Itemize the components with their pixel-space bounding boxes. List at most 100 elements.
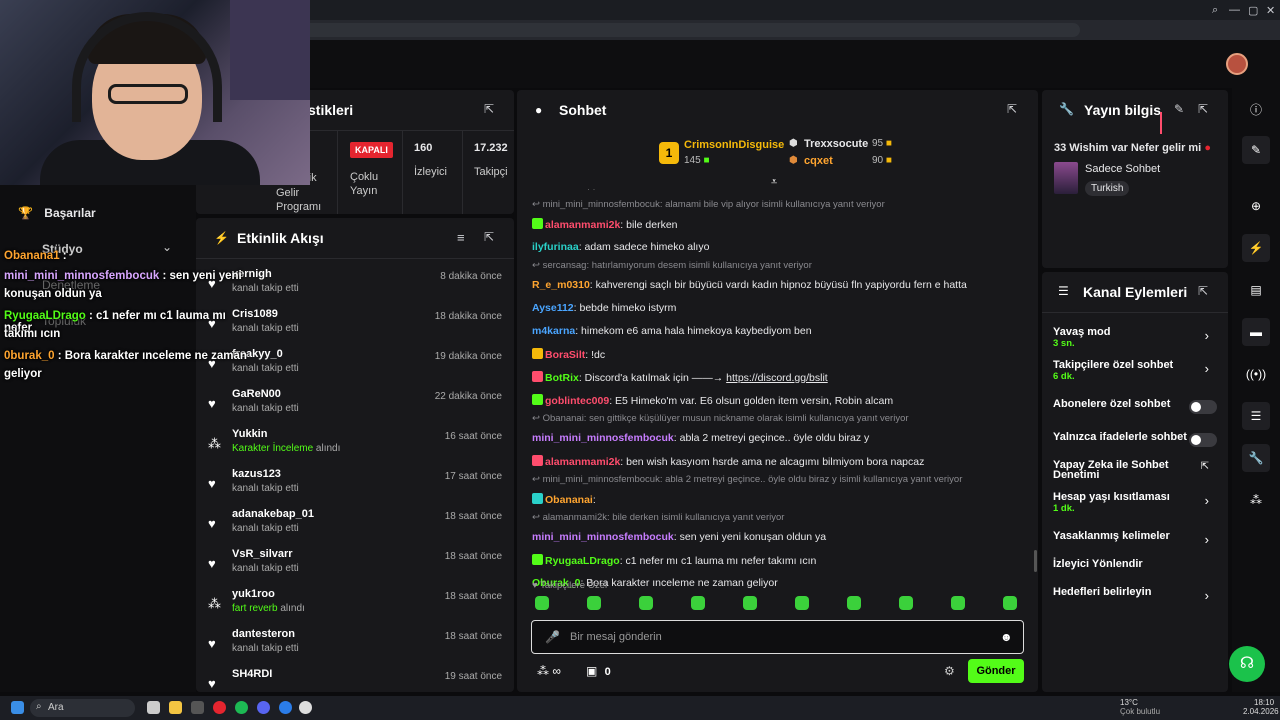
edit-pencil-icon[interactable]: ✎ bbox=[1242, 136, 1270, 164]
gift-button[interactable]: ▣ 0 bbox=[586, 664, 611, 678]
chat-input[interactable]: 🎤 Bir mesaj gönderin ☻ bbox=[531, 620, 1024, 654]
activity-item[interactable]: ♥ adanakebap_01 kanalı takip etti 18 saat ö… bbox=[196, 504, 514, 544]
chat-message[interactable]: mini_mini_minnosfembocuk: abla 2 metreyi… bbox=[532, 432, 869, 444]
windows-start-icon[interactable] bbox=[11, 701, 24, 714]
chat-message[interactable]: ilyfurinaa: adam sadece himeko alıyo bbox=[532, 241, 709, 253]
chat-message[interactable]: alamanmami2k: bile derken bbox=[532, 218, 678, 231]
chat-message[interactable]: BotRix: Discord'a katılmak için ——→ http… bbox=[532, 371, 828, 384]
channel-action-item[interactable]: Yapay Zeka ile Sohbet Denetimi ⇱ bbox=[1053, 459, 1217, 485]
leaderboard-user[interactable]: cqxet bbox=[804, 155, 833, 167]
obs-icon[interactable] bbox=[299, 701, 312, 714]
chat-message[interactable]: Ayse112: bebde himeko istyrm bbox=[532, 302, 676, 314]
channel-action-item[interactable]: Yavaş mod 3 sn. › bbox=[1053, 326, 1217, 352]
chevron-down-icon[interactable]: ⩡ bbox=[771, 176, 777, 189]
search-icon[interactable]: ⌕ bbox=[1212, 4, 1218, 17]
chevron-right-icon[interactable]: › bbox=[1205, 328, 1209, 343]
url-field[interactable] bbox=[300, 23, 1080, 37]
chat-message[interactable]: mini_mini_minnosfembocuk: sen yeni yeni … bbox=[532, 531, 826, 543]
leaderboard-user[interactable]: CrimsonInDisguise bbox=[684, 139, 784, 151]
popout-icon[interactable]: ⇱ bbox=[484, 102, 494, 116]
emote-icon[interactable] bbox=[535, 596, 549, 610]
target-icon[interactable]: ⊕ bbox=[1242, 192, 1270, 220]
points-icon[interactable]: ⁂ ∞ bbox=[537, 664, 561, 678]
file-explorer-icon[interactable] bbox=[169, 701, 182, 714]
document-icon[interactable]: ▤ bbox=[1242, 276, 1270, 304]
chat-message[interactable]: R_e_m0310: kahverengi saçlı bir büyücü v… bbox=[532, 279, 967, 291]
chat-message[interactable]: BoraSilt: !dc bbox=[532, 348, 605, 361]
channel-action-item[interactable]: İzleyici Yönlendir bbox=[1053, 558, 1217, 584]
activity-item[interactable]: ⁂ yuk1roo fart reverb alındı 18 saat önce bbox=[196, 584, 514, 624]
emoji-icon[interactable]: ☻ bbox=[1000, 630, 1013, 644]
category-name[interactable]: Sadece Sohbet bbox=[1085, 163, 1160, 175]
emote-icon[interactable] bbox=[1003, 596, 1017, 610]
chevron-right-icon[interactable]: › bbox=[1205, 532, 1209, 547]
activity-user[interactable]: dantesteron bbox=[232, 628, 295, 640]
activity-user[interactable]: VsR_silvarr bbox=[232, 548, 293, 560]
minimize-button[interactable]: — bbox=[1229, 4, 1240, 16]
clock-time[interactable]: 18:10 bbox=[1254, 698, 1274, 707]
chat-message[interactable]: Obananai: bbox=[532, 493, 596, 506]
channel-action-item[interactable]: Yasaklanmış kelimeler › bbox=[1053, 530, 1217, 556]
emote-icon[interactable] bbox=[639, 596, 653, 610]
send-button[interactable]: Gönder bbox=[968, 659, 1024, 683]
activity-user[interactable]: SH4RDI bbox=[232, 668, 272, 680]
app-icon[interactable] bbox=[279, 701, 292, 714]
weather-temp[interactable]: 13°C bbox=[1120, 698, 1138, 707]
activity-item[interactable]: ♥ GaReN00 kanalı takip etti 22 dakika önce bbox=[196, 384, 514, 424]
activity-user[interactable]: kazus123 bbox=[232, 468, 281, 480]
chat-message[interactable]: m4karna: himekom e6 ama hala himekoya ka… bbox=[532, 325, 812, 337]
activity-user[interactable]: yuk1roo bbox=[232, 588, 275, 600]
chevron-right-icon[interactable]: › bbox=[1205, 361, 1209, 376]
maximize-button[interactable]: ▢ bbox=[1248, 4, 1258, 17]
category-thumbnail[interactable] bbox=[1054, 162, 1078, 194]
activity-item[interactable]: ♥ kazus123 kanalı takip etti 17 saat önce bbox=[196, 464, 514, 504]
filter-icon[interactable]: ≡ bbox=[457, 230, 465, 245]
chat-bubble-icon[interactable]: ▬ bbox=[1242, 318, 1270, 346]
activity-item[interactable]: ♥ SH4RDI 19 saat önce bbox=[196, 664, 514, 692]
chat-message[interactable]: goblintec009: E5 Himeko'm var. E6 olsun … bbox=[532, 394, 893, 407]
info-icon[interactable]: ⓘ bbox=[1242, 96, 1270, 124]
microphone-icon[interactable]: 🎤 bbox=[545, 630, 560, 644]
wrench-icon[interactable]: 🔧 bbox=[1242, 444, 1270, 472]
chat-message[interactable]: alamanmami2k: ben wish kasyıom hsrde ama… bbox=[532, 455, 924, 468]
close-button[interactable]: ✕ bbox=[1266, 4, 1275, 17]
emote-icon[interactable] bbox=[743, 596, 757, 610]
settings-gear-icon[interactable]: ⚙ bbox=[944, 664, 955, 678]
moderation-icon[interactable]: ☰ bbox=[1242, 402, 1270, 430]
channel-action-item[interactable]: Hesap yaşı kısıtlaması 1 dk. › bbox=[1053, 491, 1217, 517]
settings-gear-icon[interactable] bbox=[191, 701, 204, 714]
taskbar-search[interactable]: ⌕ Ara bbox=[30, 699, 135, 717]
emote-icon[interactable] bbox=[691, 596, 705, 610]
emote-icon[interactable] bbox=[795, 596, 809, 610]
taskview-icon[interactable] bbox=[147, 701, 160, 714]
activity-item[interactable]: ♥ VsR_silvarr kanalı takip etti 18 saat önc… bbox=[196, 544, 514, 584]
activity-item[interactable]: ♥ dantesteron kanalı takip etti 18 saat önc… bbox=[196, 624, 514, 664]
chat-message[interactable]: RyugaaLDrago: c1 nefer mı c1 lauma mı ne… bbox=[532, 554, 816, 567]
popout-icon[interactable]: ⇱ bbox=[1007, 102, 1017, 116]
support-headset-button[interactable]: ☊ bbox=[1229, 646, 1265, 682]
popout-icon[interactable]: ⇱ bbox=[1198, 102, 1208, 116]
user-avatar[interactable] bbox=[1226, 53, 1248, 75]
activity-user[interactable]: GaReN00 bbox=[232, 388, 281, 400]
chevron-right-icon[interactable]: › bbox=[1205, 588, 1209, 603]
broadcast-icon[interactable]: ((•)) bbox=[1242, 360, 1270, 388]
multistream-status-badge[interactable]: KAPALI bbox=[350, 142, 393, 158]
channel-action-item[interactable]: Hedefleri belirleyin › bbox=[1053, 586, 1217, 612]
activity-item[interactable]: ⁂ Yukkin Karakter İnceleme alındı 16 saat ö… bbox=[196, 424, 514, 464]
emote-icon[interactable] bbox=[899, 596, 913, 610]
activity-user[interactable]: Yukkin bbox=[232, 428, 267, 440]
emote-icon[interactable] bbox=[587, 596, 601, 610]
activity-user[interactable]: adanakebap_01 bbox=[232, 508, 314, 520]
sidebar-item-basarilar[interactable]: 🏆 Başarılar bbox=[18, 206, 96, 220]
opera-icon[interactable] bbox=[213, 701, 226, 714]
points-icon[interactable]: ⁂ bbox=[1242, 486, 1270, 514]
leaderboard-user[interactable]: Trexxsocute bbox=[804, 138, 868, 150]
discord-icon[interactable] bbox=[257, 701, 270, 714]
edit-pencil-icon[interactable]: ✎ bbox=[1174, 102, 1184, 116]
popout-icon[interactable]: ⇱ bbox=[484, 230, 494, 244]
channel-action-item[interactable]: Takipçilere özel sohbet 6 dk. › bbox=[1053, 359, 1217, 385]
language-tag[interactable]: Turkish bbox=[1085, 181, 1130, 196]
lightning-icon[interactable]: ⚡ bbox=[1242, 234, 1270, 262]
chat-scrollbar[interactable] bbox=[1034, 550, 1037, 572]
channel-action-item[interactable]: Abonelere özel sohbet bbox=[1053, 398, 1217, 424]
